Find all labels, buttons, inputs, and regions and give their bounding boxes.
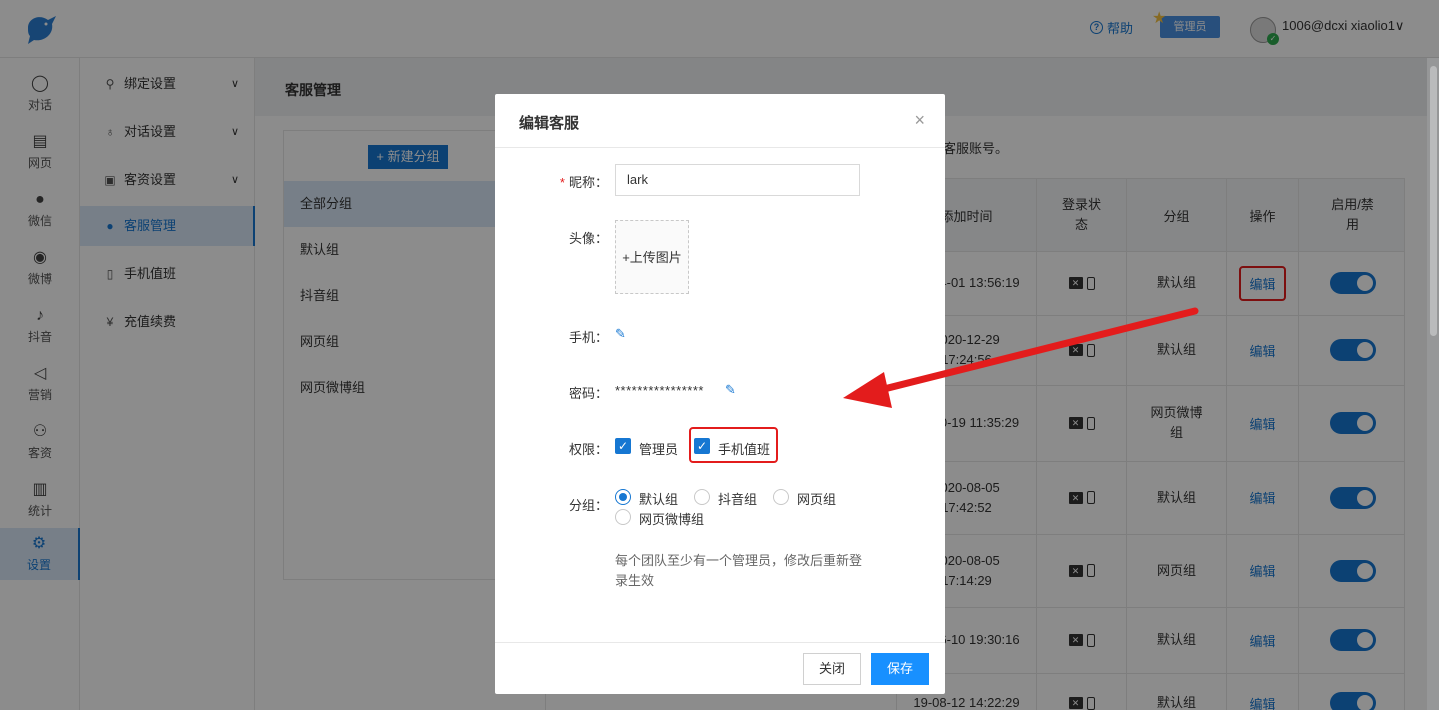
nickname-label: * 昵称： <box>495 172 608 191</box>
radio-default-group[interactable] <box>615 489 631 505</box>
nickname-label-text: 昵称： <box>568 175 608 190</box>
save-button[interactable]: 保存 <box>871 653 929 685</box>
radio-webpage-weibo-group[interactable] <box>615 509 631 525</box>
nickname-input[interactable]: lark <box>615 164 860 196</box>
avatar-label: 头像： <box>568 231 608 246</box>
dialog-header: 编辑客服 × <box>495 94 945 148</box>
edit-phone-pencil-icon[interactable]: ✎ <box>615 326 626 342</box>
radio-webpage-weibo-group-label: 网页微博组 <box>639 512 705 527</box>
admin-checkbox-label: 管理员 <box>639 442 679 457</box>
radio-douyin-group-label: 抖音组 <box>718 492 758 507</box>
password-value: **************** <box>615 383 704 398</box>
dialog-title: 编辑客服 <box>519 115 580 132</box>
scrollbar-thumb[interactable] <box>1430 66 1437 336</box>
edit-agent-dialog: 编辑客服 × * 昵称： lark 头像： +上传图片 手机： ✎ 密码： ***… <box>495 94 945 694</box>
admin-checkbox[interactable]: ✓ <box>615 438 631 454</box>
phone-label: 手机： <box>568 330 608 345</box>
close-icon[interactable]: × <box>914 110 925 131</box>
radio-webpage-group-label: 网页组 <box>797 492 837 507</box>
password-label: 密码： <box>568 386 608 401</box>
close-button[interactable]: 关闭 <box>803 653 861 685</box>
group-label: 分组： <box>568 498 608 513</box>
radio-default-group-label: 默认组 <box>639 492 679 507</box>
required-mark: * <box>559 175 565 190</box>
radio-douyin-group[interactable] <box>694 489 710 505</box>
dialog-footer: 关闭 保存 <box>495 642 945 694</box>
phone-duty-checkbox-label: 手机值班 <box>718 442 771 457</box>
admin-note: 每个团队至少有一个管理员，修改后重新登录生效 <box>615 553 863 588</box>
permission-label: 权限： <box>568 442 608 457</box>
edit-password-pencil-icon[interactable]: ✎ <box>725 382 736 398</box>
upload-image-button[interactable]: +上传图片 <box>615 220 689 294</box>
radio-webpage-group[interactable] <box>773 489 789 505</box>
phone-duty-checkbox[interactable]: ✓ <box>694 438 710 454</box>
